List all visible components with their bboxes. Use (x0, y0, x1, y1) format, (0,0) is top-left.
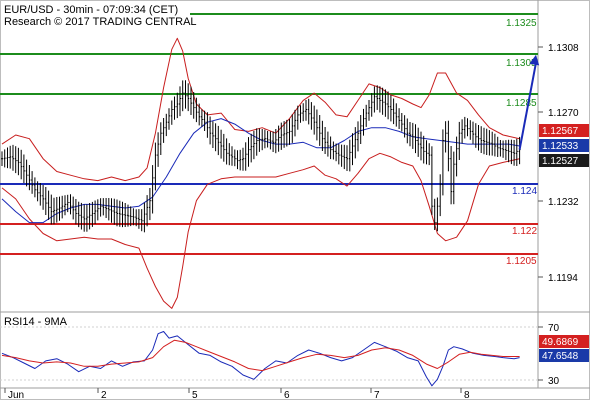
support-resistance-levels: 1.1325 1.1305 1.1285 1.124 1.122 1.1205 (0, 13, 538, 267)
y-tick-label: 1.1270 (548, 108, 579, 119)
price-tag-black-label: 1.12527 (542, 156, 579, 167)
moving-average-line (1, 118, 520, 224)
y-tick-label: 1.1308 (548, 43, 579, 54)
instrument-line: EUR/USD - 30min - 07:09:34 (CET) (4, 4, 178, 16)
rsi-line (1, 331, 520, 387)
x-tick-8: 8 (464, 390, 470, 400)
chart-root: EUR/USD - 30min - 07:09:34 (CET) Researc… (0, 0, 590, 401)
price-tag-blue-label: 1.12533 (542, 141, 579, 152)
x-axis: Jun 2 5 6 7 8 (4, 388, 470, 401)
rsi-tag-blue-label: 47.6548 (542, 351, 579, 362)
research-line: Research © 2017 TRADING CENTRAL (4, 16, 197, 28)
x-tick-jun: Jun (8, 390, 24, 400)
x-tick-6: 6 (284, 390, 290, 400)
y-tick-label: 1.1232 (548, 197, 579, 208)
x-tick-7: 7 (374, 390, 380, 400)
chart-border (0, 0, 590, 400)
price-plot (1, 37, 540, 309)
x-tick-5: 5 (192, 390, 198, 400)
trading-chart: EUR/USD - 30min - 07:09:34 (CET) Researc… (0, 0, 590, 401)
bollinger-upper-line (1, 37, 520, 182)
rsi-title: RSI14 - 9MA (4, 316, 68, 328)
rsi-tag-red-label: 49.6869 (542, 337, 579, 348)
bollinger-lower-line (1, 152, 520, 309)
price-tag-red-label: 1.12567 (542, 126, 579, 137)
level-label-1.122: 1.122 (512, 226, 537, 237)
level-label-1.1205: 1.1205 (506, 256, 537, 267)
price-tags: 1.12567 1.12533 1.12527 (539, 124, 589, 167)
y-tick-label: 1.1194 (548, 273, 578, 284)
rsi-plot (1, 331, 520, 387)
rsi-tick-70: 70 (548, 323, 560, 334)
rsi-ma-line (1, 339, 520, 372)
x-tick-2: 2 (101, 390, 107, 400)
rsi-tick-30: 30 (548, 376, 560, 387)
level-label-1.1325: 1.1325 (506, 18, 537, 29)
level-label-1.124: 1.124 (512, 186, 537, 197)
level-label-1.1285: 1.1285 (506, 98, 537, 109)
